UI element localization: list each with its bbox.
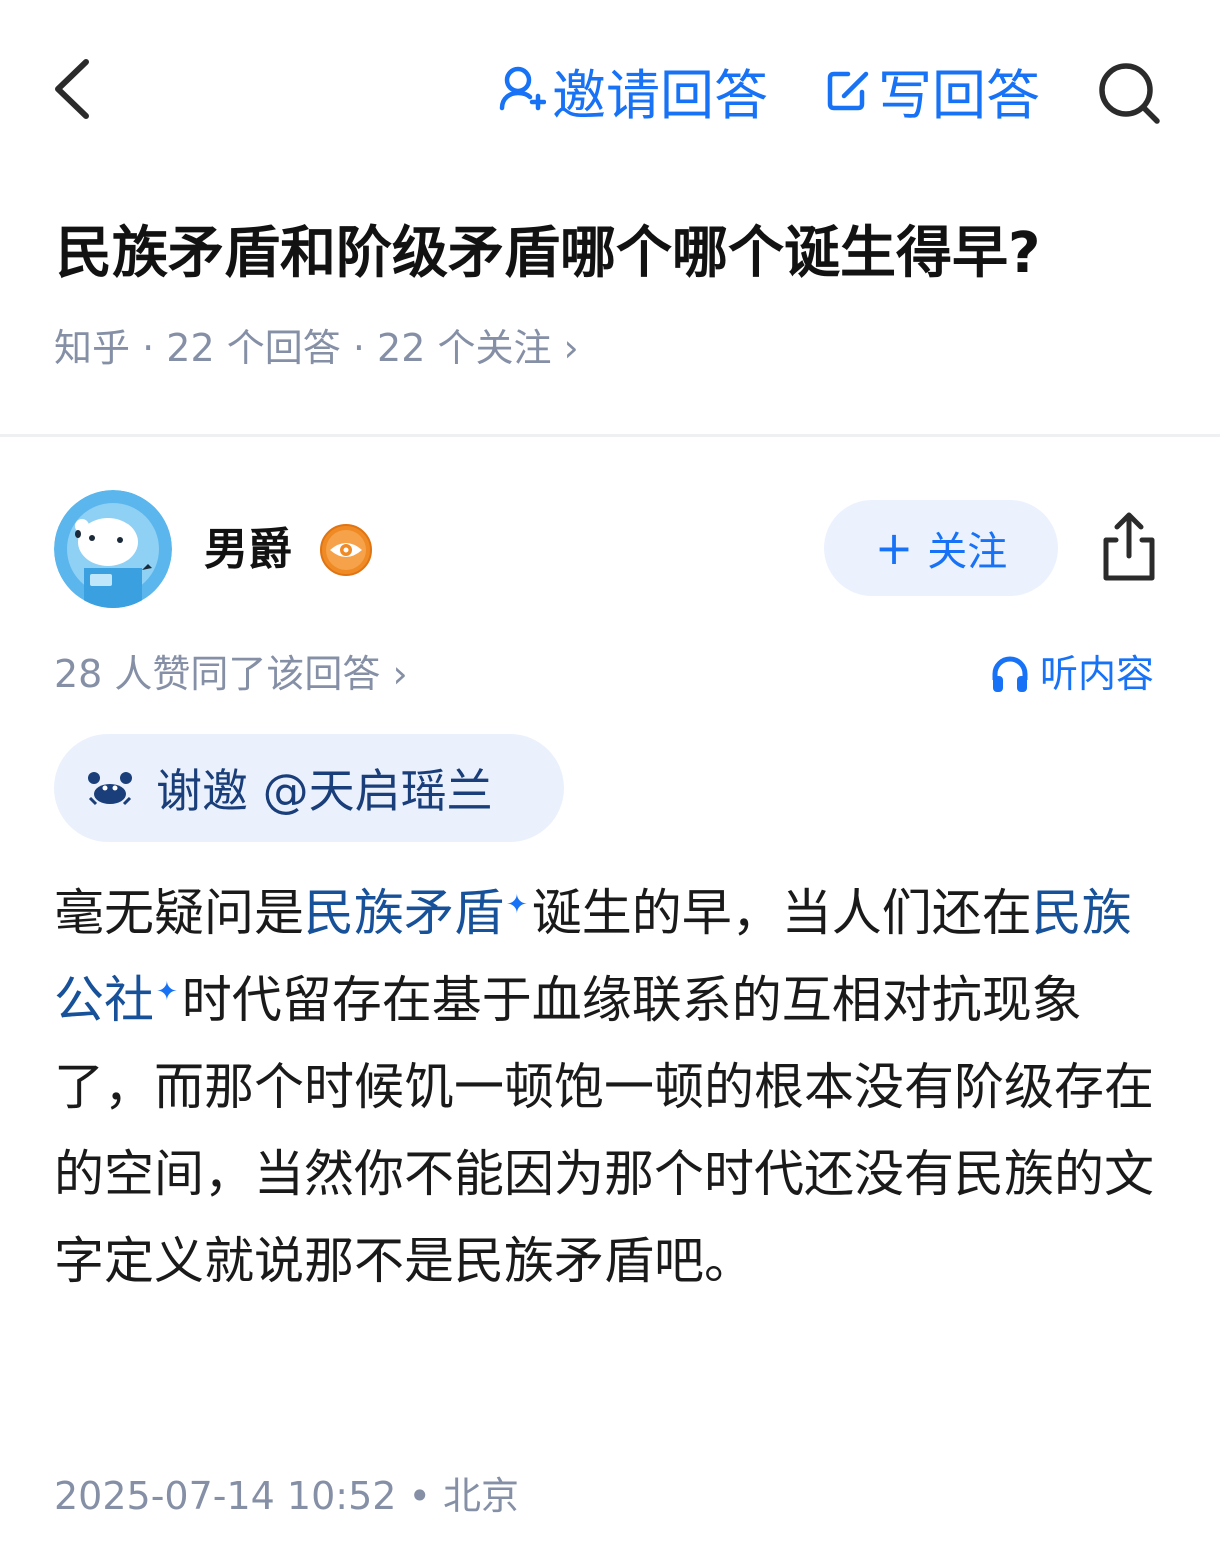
chevron-left-icon bbox=[55, 59, 89, 119]
votes-count[interactable]: 28 人赞同了该回答 › bbox=[54, 648, 408, 700]
search-icon bbox=[1099, 63, 1160, 124]
keyword-link[interactable]: 民族矛盾 bbox=[304, 884, 504, 942]
invite-answer-label: 邀请回答 bbox=[552, 63, 768, 127]
follower-count: 22 个关注 bbox=[377, 326, 552, 370]
author-name[interactable]: 男爵 bbox=[204, 520, 292, 580]
edit-icon bbox=[827, 71, 869, 111]
votes-label: 28 人赞同了该回答 bbox=[54, 652, 381, 696]
answer-location: 北京 bbox=[443, 1474, 520, 1518]
badge bbox=[318, 522, 374, 578]
content-text: 时代留存在基于血缘联系的互相对抗现象了，而那个时候饥一顿饱一顿的根本没有阶级存在… bbox=[54, 971, 1154, 1290]
answer-count: 22 个回答 bbox=[166, 326, 341, 370]
section-divider bbox=[0, 434, 1220, 437]
follow-label: 关注 bbox=[927, 529, 1008, 575]
separator-dot: • bbox=[408, 1474, 431, 1518]
listen-button[interactable]: 听内容 bbox=[990, 648, 1154, 700]
sparkle-icon: ✦ bbox=[506, 890, 528, 920]
chevron-right-icon: › bbox=[563, 326, 579, 370]
question-meta[interactable]: 知乎 · 22 个回答 · 22 个关注 › bbox=[54, 322, 579, 374]
avatar[interactable] bbox=[54, 490, 172, 608]
share-button[interactable] bbox=[1098, 510, 1160, 584]
separator: · bbox=[142, 326, 155, 370]
invite-user-icon bbox=[499, 66, 546, 111]
content-text: 毫无疑问是 bbox=[54, 884, 304, 942]
sparkle-icon: ✦ bbox=[156, 977, 178, 1007]
chevron-right-icon: › bbox=[392, 652, 408, 696]
source-label: 知乎 bbox=[54, 326, 131, 370]
invite-answer-button[interactable]: 邀请回答 bbox=[498, 58, 768, 127]
search-button[interactable] bbox=[1096, 60, 1162, 126]
crab-icon bbox=[88, 772, 132, 806]
answer-datetime: 2025-07-14 10:52 bbox=[54, 1474, 397, 1518]
thanks-label: 谢邀 @天启瑶兰 bbox=[156, 764, 493, 818]
listen-label: 听内容 bbox=[1040, 652, 1155, 696]
write-answer-label: 写回答 bbox=[878, 63, 1040, 127]
follow-button[interactable]: + 关注 bbox=[824, 500, 1058, 596]
thanks-invite-pill[interactable]: 谢邀 @天启瑶兰 bbox=[54, 734, 564, 842]
headphones-icon bbox=[992, 656, 1028, 692]
answer-content: 毫无疑问是民族矛盾✦诞生的早，当人们还在民族公社✦时代留存在基于血缘联系的互相对… bbox=[54, 870, 1174, 1305]
answer-footer: 2025-07-14 10:52 • 北京 bbox=[54, 1470, 519, 1522]
write-answer-button[interactable]: 写回答 bbox=[824, 58, 1040, 127]
content-text: 诞生的早，当人们还在 bbox=[531, 884, 1032, 942]
separator: · bbox=[352, 326, 365, 370]
plus-icon: + bbox=[874, 521, 914, 575]
eye-badge-icon bbox=[320, 524, 372, 576]
share-icon bbox=[1103, 512, 1155, 581]
polar-bear-avatar bbox=[54, 490, 172, 608]
back-button[interactable] bbox=[50, 56, 94, 122]
question-title[interactable]: 民族矛盾和阶级矛盾哪个哪个诞生得早? bbox=[56, 218, 1040, 290]
